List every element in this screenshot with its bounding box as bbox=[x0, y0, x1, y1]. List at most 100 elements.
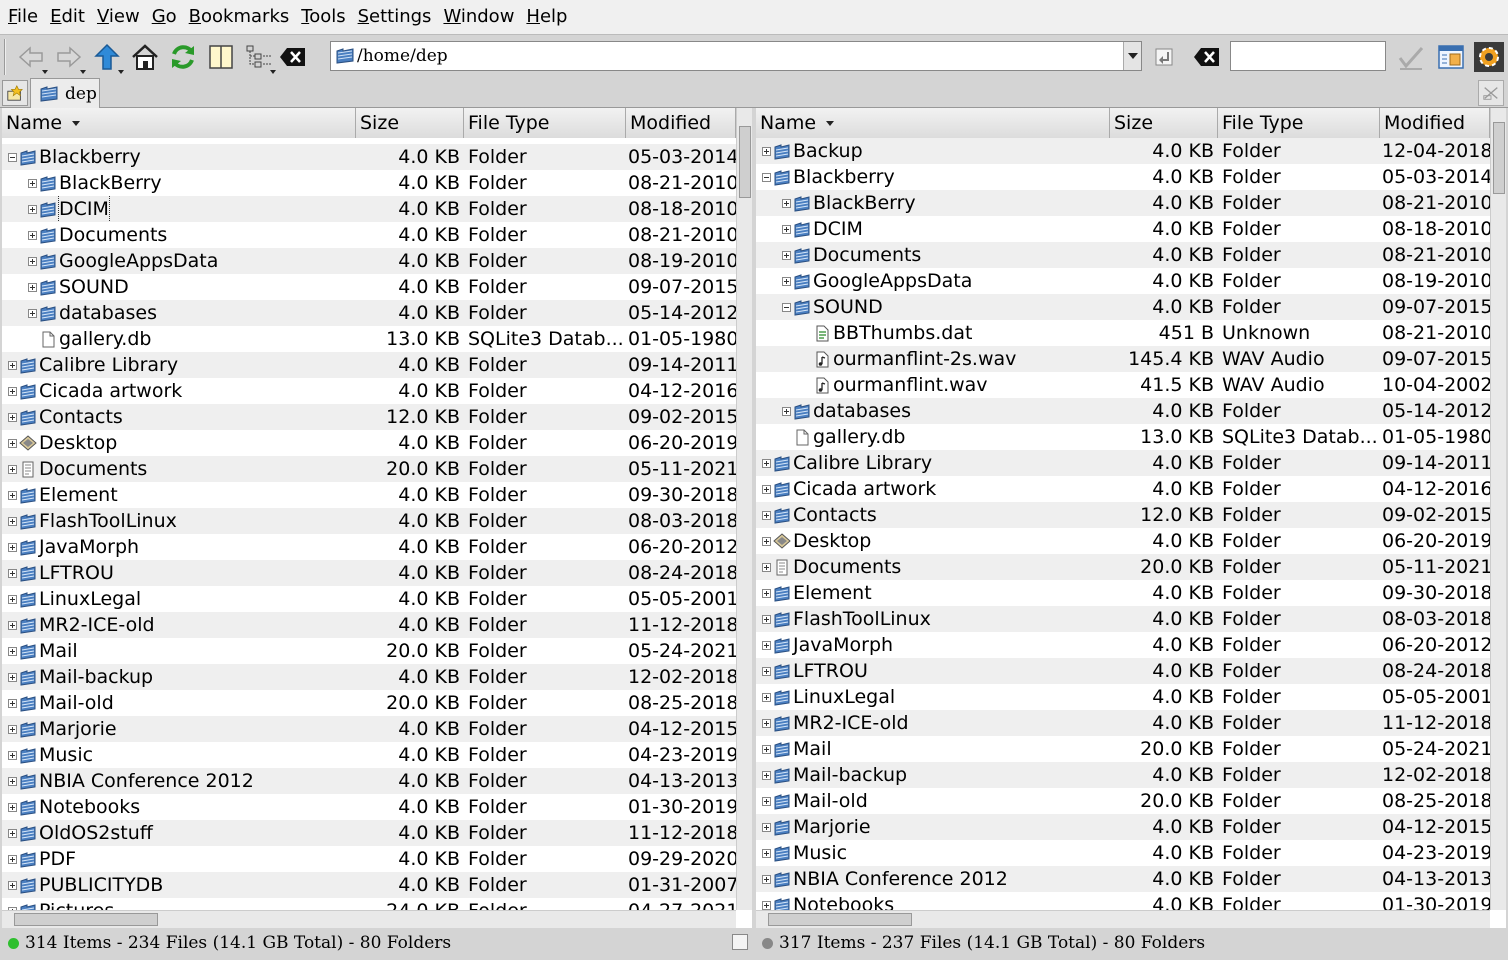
refresh-button[interactable] bbox=[164, 38, 202, 76]
table-row[interactable]: Calibre Library 4.0 KB Folder 09-14-2011 bbox=[2, 352, 736, 378]
table-row[interactable]: gallery.db 13.0 KB SQLite3 Datab... 01-05-1… bbox=[756, 424, 1490, 450]
table-row[interactable]: Music 4.0 KB Folder 04-23-2019 bbox=[2, 742, 736, 768]
menu-settings[interactable]: Settings bbox=[352, 0, 438, 34]
table-row[interactable]: Mail 20.0 KB Folder 05-24-2021 bbox=[756, 736, 1490, 762]
expand-icon[interactable] bbox=[762, 458, 771, 468]
expand-icon[interactable] bbox=[8, 646, 17, 656]
scrollbar-thumb[interactable] bbox=[768, 913, 912, 926]
table-row[interactable]: BlackBerry 4.0 KB Folder 08-21-2010 bbox=[2, 170, 736, 196]
split-view-button[interactable] bbox=[202, 38, 240, 76]
table-row[interactable]: databases 4.0 KB Folder 05-14-2012 bbox=[2, 300, 736, 326]
expand-icon[interactable] bbox=[8, 750, 17, 760]
menu-file[interactable]: File bbox=[2, 0, 44, 34]
back-button[interactable] bbox=[12, 38, 50, 76]
menu-help[interactable]: Help bbox=[520, 0, 573, 34]
forward-button[interactable] bbox=[50, 38, 88, 76]
expand-icon[interactable] bbox=[8, 672, 17, 682]
table-row[interactable]: LFTROU 4.0 KB Folder 08-24-2018 bbox=[2, 560, 736, 586]
expand-icon[interactable] bbox=[8, 464, 17, 474]
table-row[interactable]: OldOS2stuff 4.0 KB Folder 11-12-2018 bbox=[2, 820, 736, 846]
left-file-list[interactable]: Name Size File Type Modified Blackberry 4… bbox=[2, 108, 752, 928]
expand-icon[interactable] bbox=[782, 224, 791, 234]
scrollbar-thumb[interactable] bbox=[1493, 122, 1505, 194]
expand-icon[interactable] bbox=[762, 536, 771, 546]
table-row[interactable]: JavaMorph 4.0 KB Folder 06-20-2012 bbox=[2, 534, 736, 560]
expand-icon[interactable] bbox=[8, 516, 17, 526]
table-row[interactable]: LinuxLegal 4.0 KB Folder 05-05-2001 bbox=[2, 586, 736, 612]
go-button[interactable] bbox=[1146, 38, 1184, 76]
expand-icon[interactable] bbox=[762, 770, 771, 780]
expand-icon[interactable] bbox=[762, 692, 771, 702]
expand-icon[interactable] bbox=[762, 874, 771, 884]
expand-icon[interactable] bbox=[28, 308, 37, 318]
expand-icon[interactable] bbox=[8, 386, 17, 396]
expand-icon[interactable] bbox=[8, 490, 17, 500]
collapse-icon[interactable] bbox=[782, 302, 791, 312]
menu-go[interactable]: Go bbox=[146, 0, 183, 34]
close-tab-button[interactable] bbox=[1478, 80, 1504, 106]
expand-icon[interactable] bbox=[28, 282, 37, 292]
table-row[interactable]: BBThumbs.dat 451 B Unknown 08-21-2010 bbox=[756, 320, 1490, 346]
expand-icon[interactable] bbox=[28, 256, 37, 266]
table-row[interactable]: NBIA Conference 2012 4.0 KB Folder 04-13-20… bbox=[756, 866, 1490, 892]
table-row[interactable]: ourmanflint.wav 41.5 KB WAV Audio 10-04-200… bbox=[756, 372, 1490, 398]
table-row[interactable]: PDF 4.0 KB Folder 09-29-2020 bbox=[2, 846, 736, 872]
table-row[interactable]: DCIM 4.0 KB Folder 08-18-2010 bbox=[2, 196, 736, 222]
tree-view-button[interactable] bbox=[240, 38, 278, 76]
new-tab-button[interactable] bbox=[2, 80, 28, 106]
expand-icon[interactable] bbox=[8, 724, 17, 734]
vertical-scrollbar[interactable] bbox=[1490, 108, 1506, 910]
table-row[interactable]: Desktop 4.0 KB Folder 06-20-2019 bbox=[756, 528, 1490, 554]
table-row[interactable]: Mail 20.0 KB Folder 05-24-2021 bbox=[2, 638, 736, 664]
column-name[interactable]: Name bbox=[2, 108, 356, 138]
table-row[interactable]: SOUND 4.0 KB Folder 09-07-2015 bbox=[756, 294, 1490, 320]
table-row[interactable]: Documents 4.0 KB Folder 08-21-2010 bbox=[2, 222, 736, 248]
table-row[interactable]: BlackBerry 4.0 KB Folder 08-21-2010 bbox=[756, 190, 1490, 216]
expand-icon[interactable] bbox=[8, 828, 17, 838]
up-button[interactable] bbox=[88, 38, 126, 76]
expand-icon[interactable] bbox=[8, 412, 17, 422]
expand-icon[interactable] bbox=[28, 178, 37, 188]
scrollbar-thumb[interactable] bbox=[739, 126, 751, 198]
column-size[interactable]: Size bbox=[1110, 108, 1218, 138]
search-input[interactable] bbox=[1230, 41, 1386, 71]
expand-icon[interactable] bbox=[8, 854, 17, 864]
table-row[interactable]: Mail-backup 4.0 KB Folder 12-02-2018 bbox=[2, 664, 736, 690]
expand-icon[interactable] bbox=[8, 880, 17, 890]
table-row[interactable]: FlashToolLinux 4.0 KB Folder 08-03-2018 bbox=[2, 508, 736, 534]
expand-icon[interactable] bbox=[8, 360, 17, 370]
expand-icon[interactable] bbox=[8, 620, 17, 630]
table-row[interactable]: Marjorie 4.0 KB Folder 04-12-2015 bbox=[2, 716, 736, 742]
column-file-type[interactable]: File Type bbox=[464, 108, 626, 138]
expand-icon[interactable] bbox=[28, 230, 37, 240]
expand-icon[interactable] bbox=[782, 250, 791, 260]
table-row[interactable]: databases 4.0 KB Folder 05-14-2012 bbox=[756, 398, 1490, 424]
table-row[interactable]: Documents 4.0 KB Folder 08-21-2010 bbox=[756, 242, 1490, 268]
column-size[interactable]: Size bbox=[356, 108, 464, 138]
table-row[interactable]: ourmanflint-2s.wav 145.4 KB WAV Audio 09-07… bbox=[756, 346, 1490, 372]
table-row[interactable]: Desktop 4.0 KB Folder 06-20-2019 bbox=[2, 430, 736, 456]
home-button[interactable] bbox=[126, 38, 164, 76]
tab-dep[interactable]: dep bbox=[30, 78, 100, 108]
expand-icon[interactable] bbox=[762, 718, 771, 728]
column-name[interactable]: Name bbox=[756, 108, 1110, 138]
column-file-type[interactable]: File Type bbox=[1218, 108, 1380, 138]
table-row[interactable]: Mail-backup 4.0 KB Folder 12-02-2018 bbox=[756, 762, 1490, 788]
expand-icon[interactable] bbox=[28, 204, 37, 214]
table-row[interactable]: GoogleAppsData 4.0 KB Folder 08-19-2010 bbox=[2, 248, 736, 274]
path-input[interactable]: /home/dep bbox=[330, 41, 1142, 71]
find-button[interactable] bbox=[1392, 38, 1430, 76]
expand-icon[interactable] bbox=[8, 438, 17, 448]
table-row[interactable]: Notebooks 4.0 KB Folder 01-30-2019 bbox=[2, 794, 736, 820]
table-row[interactable]: Music 4.0 KB Folder 04-23-2019 bbox=[756, 840, 1490, 866]
status-checkbox[interactable] bbox=[732, 934, 748, 950]
table-row[interactable]: FlashToolLinux 4.0 KB Folder 08-03-2018 bbox=[756, 606, 1490, 632]
table-row[interactable]: Mail-old 20.0 KB Folder 08-25-2018 bbox=[2, 690, 736, 716]
expand-icon[interactable] bbox=[762, 640, 771, 650]
expand-icon[interactable] bbox=[762, 666, 771, 676]
expand-icon[interactable] bbox=[8, 776, 17, 786]
table-row[interactable]: Documents 20.0 KB Folder 05-11-2021 bbox=[2, 456, 736, 482]
expand-icon[interactable] bbox=[782, 276, 791, 286]
expand-icon[interactable] bbox=[762, 822, 771, 832]
table-row[interactable]: JavaMorph 4.0 KB Folder 06-20-2012 bbox=[756, 632, 1490, 658]
